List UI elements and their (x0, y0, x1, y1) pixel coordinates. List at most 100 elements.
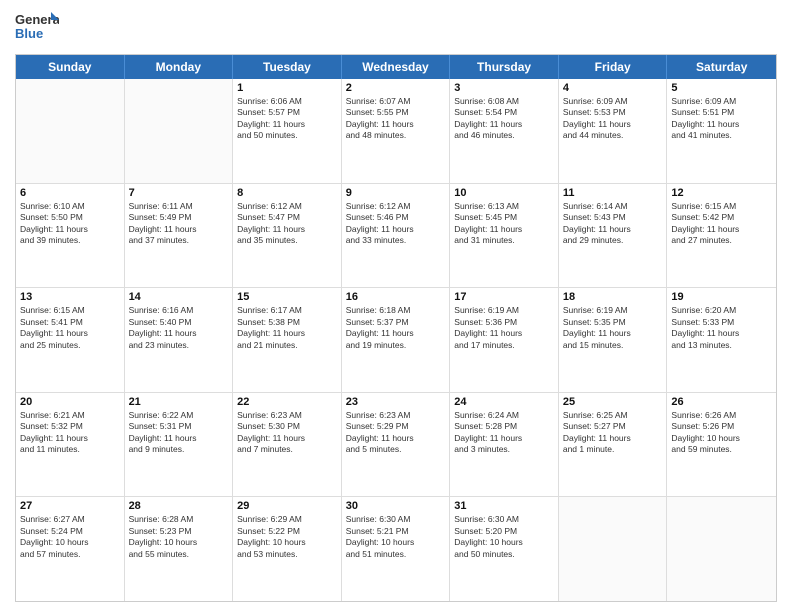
day-cell-2: 2 Sunrise: 6:07 AMSunset: 5:55 PMDaylight… (342, 79, 451, 183)
cell-info-line: and 21 minutes. (237, 340, 337, 351)
cell-info-line: and 5 minutes. (346, 444, 446, 455)
day-number: 1 (237, 82, 337, 94)
cell-info-line: Sunset: 5:24 PM (20, 526, 120, 537)
cell-info-line: Daylight: 11 hours (563, 119, 663, 130)
day-number: 26 (671, 396, 772, 408)
cell-info-line: Daylight: 11 hours (237, 119, 337, 130)
cell-info-line: Sunrise: 6:26 AM (671, 410, 772, 421)
day-cell-11: 11Sunrise: 6:14 AMSunset: 5:43 PMDayligh… (559, 184, 668, 288)
day-header-monday: Monday (125, 55, 234, 79)
day-number: 18 (563, 291, 663, 303)
cell-info-line: and 41 minutes. (671, 130, 772, 141)
day-number: 10 (454, 187, 554, 199)
day-cell-24: 24Sunrise: 6:24 AMSunset: 5:28 PMDayligh… (450, 393, 559, 497)
day-cell-18: 18Sunrise: 6:19 AMSunset: 5:35 PMDayligh… (559, 288, 668, 392)
cell-info-line: Daylight: 10 hours (454, 537, 554, 548)
cell-info-line: Sunrise: 6:24 AM (454, 410, 554, 421)
day-number: 16 (346, 291, 446, 303)
cell-info-line: and 13 minutes. (671, 340, 772, 351)
cell-info-line: Sunrise: 6:15 AM (671, 201, 772, 212)
cell-info-line: and 29 minutes. (563, 235, 663, 246)
logo-icon: General Blue (15, 10, 59, 46)
cell-info-line: Sunset: 5:37 PM (346, 317, 446, 328)
day-number: 20 (20, 396, 120, 408)
cell-info-line: and 46 minutes. (454, 130, 554, 141)
day-cell-27: 27Sunrise: 6:27 AMSunset: 5:24 PMDayligh… (16, 497, 125, 601)
day-cell-10: 10Sunrise: 6:13 AMSunset: 5:45 PMDayligh… (450, 184, 559, 288)
cell-info-line: Sunrise: 6:12 AM (346, 201, 446, 212)
cell-info-line: Sunset: 5:55 PM (346, 107, 446, 118)
cell-info-line: Daylight: 11 hours (454, 433, 554, 444)
cell-info-line: Sunrise: 6:30 AM (454, 514, 554, 525)
cell-info-line: Sunrise: 6:18 AM (346, 305, 446, 316)
cell-info-line: Sunrise: 6:30 AM (346, 514, 446, 525)
cell-info-line: Daylight: 10 hours (129, 537, 229, 548)
cell-info-line: Sunset: 5:46 PM (346, 212, 446, 223)
cell-info-line: Sunset: 5:41 PM (20, 317, 120, 328)
cell-info-line: Daylight: 11 hours (563, 328, 663, 339)
cell-info-line: Sunset: 5:27 PM (563, 421, 663, 432)
cell-info-line: Daylight: 11 hours (346, 224, 446, 235)
day-number: 4 (563, 82, 663, 94)
week-row-5: 27Sunrise: 6:27 AMSunset: 5:24 PMDayligh… (16, 497, 776, 601)
day-cell-8: 8Sunrise: 6:12 AMSunset: 5:47 PMDaylight… (233, 184, 342, 288)
day-number: 2 (346, 82, 446, 94)
cell-info-line: Sunset: 5:51 PM (671, 107, 772, 118)
cell-info-line: and 1 minute. (563, 444, 663, 455)
cell-info-line: Sunset: 5:30 PM (237, 421, 337, 432)
cell-info-line: Daylight: 11 hours (237, 328, 337, 339)
day-cell-28: 28Sunrise: 6:28 AMSunset: 5:23 PMDayligh… (125, 497, 234, 601)
cell-info-line: Sunset: 5:29 PM (346, 421, 446, 432)
day-number: 13 (20, 291, 120, 303)
cell-info-line: Daylight: 11 hours (129, 433, 229, 444)
calendar: SundayMondayTuesdayWednesdayThursdayFrid… (15, 54, 777, 602)
cell-info-line: and 15 minutes. (563, 340, 663, 351)
cell-info-line: Sunset: 5:40 PM (129, 317, 229, 328)
cell-info-line: Daylight: 11 hours (671, 224, 772, 235)
cell-info-line: and 27 minutes. (671, 235, 772, 246)
cell-info-line: Sunset: 5:57 PM (237, 107, 337, 118)
cell-info-line: Sunrise: 6:16 AM (129, 305, 229, 316)
day-number: 15 (237, 291, 337, 303)
calendar-header: SundayMondayTuesdayWednesdayThursdayFrid… (16, 55, 776, 79)
cell-info-line: Sunrise: 6:07 AM (346, 96, 446, 107)
day-cell-23: 23Sunrise: 6:23 AMSunset: 5:29 PMDayligh… (342, 393, 451, 497)
day-cell-3: 3Sunrise: 6:08 AMSunset: 5:54 PMDaylight… (450, 79, 559, 183)
day-cell-13: 13Sunrise: 6:15 AMSunset: 5:41 PMDayligh… (16, 288, 125, 392)
cell-info-line: Sunset: 5:38 PM (237, 317, 337, 328)
cell-info-line: Daylight: 11 hours (237, 224, 337, 235)
day-number: 29 (237, 500, 337, 512)
cell-info-line: and 25 minutes. (20, 340, 120, 351)
week-row-3: 13Sunrise: 6:15 AMSunset: 5:41 PMDayligh… (16, 288, 776, 393)
day-cell-20: 20Sunrise: 6:21 AMSunset: 5:32 PMDayligh… (16, 393, 125, 497)
cell-info-line: Daylight: 10 hours (671, 433, 772, 444)
cell-info-line: Daylight: 11 hours (454, 119, 554, 130)
cell-info-line: Daylight: 10 hours (346, 537, 446, 548)
cell-info-line: Daylight: 11 hours (671, 328, 772, 339)
day-number: 14 (129, 291, 229, 303)
cell-info-line: Daylight: 11 hours (346, 119, 446, 130)
cell-info-line: Daylight: 11 hours (671, 119, 772, 130)
cell-info-line: Sunrise: 6:08 AM (454, 96, 554, 107)
svg-text:Blue: Blue (15, 26, 43, 41)
day-number: 30 (346, 500, 446, 512)
cell-info-line: and 31 minutes. (454, 235, 554, 246)
day-number: 28 (129, 500, 229, 512)
day-number: 31 (454, 500, 554, 512)
day-number: 3 (454, 82, 554, 94)
cell-info-line: and 59 minutes. (671, 444, 772, 455)
day-header-wednesday: Wednesday (342, 55, 451, 79)
day-cell-26: 26Sunrise: 6:26 AMSunset: 5:26 PMDayligh… (667, 393, 776, 497)
week-row-1: 1Sunrise: 6:06 AMSunset: 5:57 PMDaylight… (16, 79, 776, 184)
day-cell-15: 15Sunrise: 6:17 AMSunset: 5:38 PMDayligh… (233, 288, 342, 392)
cell-info-line: Sunset: 5:43 PM (563, 212, 663, 223)
cell-info-line: Sunrise: 6:11 AM (129, 201, 229, 212)
header: General Blue (15, 10, 777, 46)
cell-info-line: and 9 minutes. (129, 444, 229, 455)
cell-info-line: Daylight: 10 hours (20, 537, 120, 548)
cell-info-line: and 39 minutes. (20, 235, 120, 246)
day-cell-31: 31Sunrise: 6:30 AMSunset: 5:20 PMDayligh… (450, 497, 559, 601)
day-cell-5: 5Sunrise: 6:09 AMSunset: 5:51 PMDaylight… (667, 79, 776, 183)
cell-info-line: Sunset: 5:33 PM (671, 317, 772, 328)
day-cell-16: 16Sunrise: 6:18 AMSunset: 5:37 PMDayligh… (342, 288, 451, 392)
